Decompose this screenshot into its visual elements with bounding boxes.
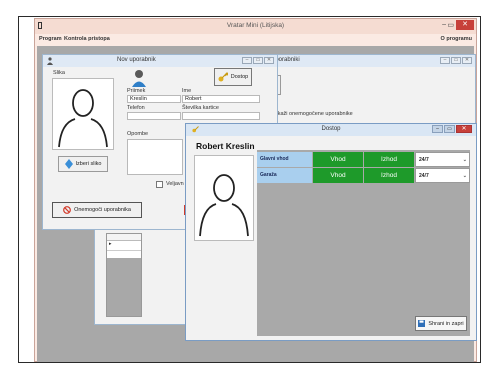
- dostop-minimize-button[interactable]: –: [432, 125, 443, 133]
- photo-placeholder: [52, 78, 114, 150]
- vhod-cell[interactable]: Vhod: [313, 168, 363, 183]
- user-avatar-icon: [132, 70, 146, 87]
- dostop-photo: [194, 155, 254, 241]
- prikazi-onemogocene-label[interactable]: Prikaži onemogočene uporabnike: [271, 111, 353, 117]
- dostop-title-bar: Dostop – ▭ ✕: [186, 124, 476, 136]
- menu-kontrola-pristopa[interactable]: Kontrola pristopa: [64, 36, 110, 42]
- access-row[interactable]: Garaža Vhod Izhod 24/7 ⌄: [257, 168, 470, 183]
- main-title-bar: Vratar Mini (Litijska) – ▭ ✕: [35, 19, 476, 34]
- dostop-window: Dostop – ▭ ✕ Robert Kreslin Glavni vhod …: [185, 123, 477, 341]
- uporabniki-minimize-button[interactable]: –: [440, 57, 450, 64]
- vhod-cell[interactable]: Vhod: [313, 152, 363, 167]
- access-grid: Glavni vhod Vhod Izhod 24/7 ⌄ Garaža Vho…: [257, 150, 470, 336]
- citalci-grid-header: [107, 234, 141, 241]
- slika-label: Slika: [53, 70, 65, 76]
- priimek-field[interactable]: Kreslin: [127, 95, 181, 103]
- menu-o-programu[interactable]: O programu: [441, 36, 472, 42]
- nov-uporabnik-title-bar: Nov uporabnik – ▭ ✕: [43, 55, 277, 67]
- onemogoci-uporabnika-button[interactable]: Onemogoči uporabnika: [52, 202, 142, 218]
- chevron-down-icon: ⌄: [462, 173, 467, 179]
- dostop-button[interactable]: Dostop: [214, 68, 252, 86]
- door-name: Garaža: [257, 168, 312, 183]
- user-small-icon: [47, 57, 53, 65]
- telefon-field[interactable]: [127, 112, 181, 120]
- citalci-grid[interactable]: ▸: [106, 233, 142, 317]
- stevilka-kartice-field[interactable]: [182, 112, 260, 120]
- ime-field[interactable]: Robert: [182, 95, 260, 103]
- dostop-maximize-button[interactable]: ▭: [444, 125, 455, 133]
- uporabniki-window-controls: – ▭ ✕: [440, 57, 472, 64]
- main-window-title: Vratar Mini (Litijska): [226, 22, 285, 29]
- dostop-user-name: Robert Kreslin: [196, 141, 255, 151]
- maximize-button[interactable]: ▭: [447, 21, 454, 29]
- priimek-label: Priimek: [127, 88, 146, 94]
- izberi-sliko-button[interactable]: Izberi sliko: [58, 156, 108, 172]
- veljaven-checkbox[interactable]: [156, 181, 163, 188]
- ime-label: Ime: [182, 88, 192, 94]
- opombe-field[interactable]: [127, 139, 183, 175]
- image-select-icon: [64, 159, 73, 169]
- izberi-sliko-label: Izberi sliko: [75, 161, 102, 167]
- opombe-label: Opombe: [127, 131, 149, 137]
- person-silhouette-icon: [58, 89, 108, 148]
- save-icon: [418, 320, 426, 327]
- stevilka-kartice-label: Številka kartice: [182, 105, 219, 111]
- dostop-close-button[interactable]: ✕: [456, 125, 472, 133]
- dostop-window-controls: – ▭ ✕: [432, 125, 472, 133]
- nov-uporabnik-window-controls: – ▭ ✕: [242, 57, 274, 64]
- schedule-select[interactable]: 24/7 ⌄: [415, 152, 470, 167]
- schedule-value: 24/7: [419, 173, 429, 179]
- chevron-down-icon: ⌄: [462, 157, 467, 163]
- menu-bar: Program Kontrola pristopa O programu: [35, 34, 476, 46]
- shrani-label: Shrani in zapri: [428, 320, 464, 327]
- minimize-button[interactable]: –: [442, 21, 446, 28]
- izhod-cell[interactable]: Izhod: [364, 152, 414, 167]
- shrani-in-zapri-button[interactable]: Shrani in zapri: [415, 316, 467, 331]
- schedule-select[interactable]: 24/7 ⌄: [415, 168, 470, 183]
- veljaven-label: Veljavn: [166, 181, 184, 187]
- close-button[interactable]: ✕: [456, 20, 474, 30]
- nov-uporabnik-close-button[interactable]: ✕: [264, 57, 274, 64]
- key-icon: [218, 72, 228, 82]
- telefon-label: Telefon: [127, 105, 145, 111]
- uporabniki-maximize-button[interactable]: ▭: [451, 57, 461, 64]
- dostop-button-label: Dostop: [230, 74, 249, 80]
- door-name: Glavni vhod: [257, 152, 312, 167]
- access-row[interactable]: Glavni vhod Vhod Izhod 24/7 ⌄: [257, 152, 470, 167]
- citalci-grid-row[interactable]: ▸: [107, 241, 141, 250]
- nov-uporabnik-title: Nov uporabnik: [117, 57, 156, 63]
- nov-uporabnik-minimize-button[interactable]: –: [242, 57, 252, 64]
- uporabniki-close-button[interactable]: ✕: [462, 57, 472, 64]
- onemogoci-label: Onemogoči uporabnika: [74, 207, 131, 213]
- nov-uporabnik-maximize-button[interactable]: ▭: [253, 57, 263, 64]
- citalci-grid-row[interactable]: [107, 250, 141, 258]
- person-silhouette-icon: [199, 174, 249, 237]
- izhod-cell[interactable]: Izhod: [364, 168, 414, 183]
- block-icon: [63, 206, 71, 214]
- schedule-value: 24/7: [419, 157, 429, 163]
- menu-program[interactable]: Program: [39, 36, 62, 42]
